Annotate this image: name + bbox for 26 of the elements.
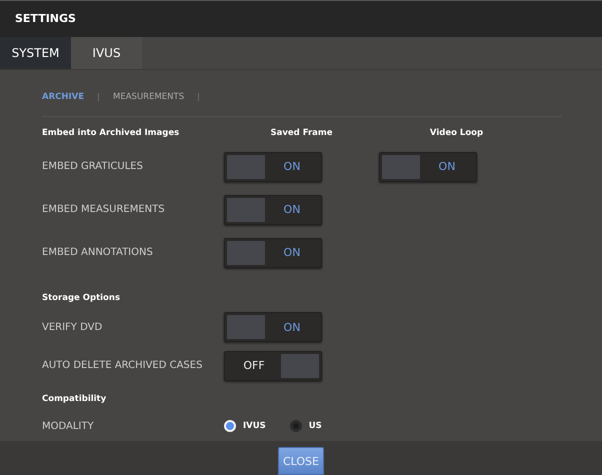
close-button[interactable]: CLOSE — [278, 447, 324, 475]
toggle-switch[interactable]: ON — [224, 238, 322, 268]
setting-label: VERIFY DVD — [42, 322, 104, 333]
setting-label: MODALITY — [42, 420, 95, 432]
setting-label: EMBED ANNOTATIONS — [42, 247, 154, 258]
radio-option[interactable]: IVUS — [224, 420, 266, 432]
tab[interactable]: IVUS — [71, 36, 142, 70]
radio-button[interactable] — [290, 420, 302, 432]
toggle-switch[interactable]: ON — [224, 152, 322, 182]
toggle-switch[interactable]: ON — [224, 312, 322, 342]
column-heading: Saved Frame — [269, 128, 334, 138]
setting-label: EMBED GRATICULES — [42, 161, 144, 172]
window-title: SETTINGS — [0, 0, 602, 37]
subtab[interactable]: MEASUREMENTS — [113, 92, 184, 102]
section-heading: Embed into Archived Images — [42, 128, 180, 138]
column-heading: Video Loop — [428, 128, 484, 138]
setting-label: EMBED MEASUREMENTS — [42, 204, 166, 216]
section-heading: Compatibility — [42, 394, 108, 404]
toggle-switch[interactable]: ON — [379, 152, 477, 182]
radio-option[interactable]: US — [290, 420, 322, 432]
tab[interactable]: SYSTEM — [0, 36, 71, 70]
toggle-switch[interactable]: OFF — [224, 350, 322, 381]
toggle-switch[interactable]: ON — [224, 194, 322, 225]
section-heading: Storage Options — [42, 293, 121, 304]
subtab[interactable]: ARCHIVE — [42, 92, 84, 102]
setting-label: AUTO DELETE ARCHIVED CASES — [42, 360, 204, 372]
